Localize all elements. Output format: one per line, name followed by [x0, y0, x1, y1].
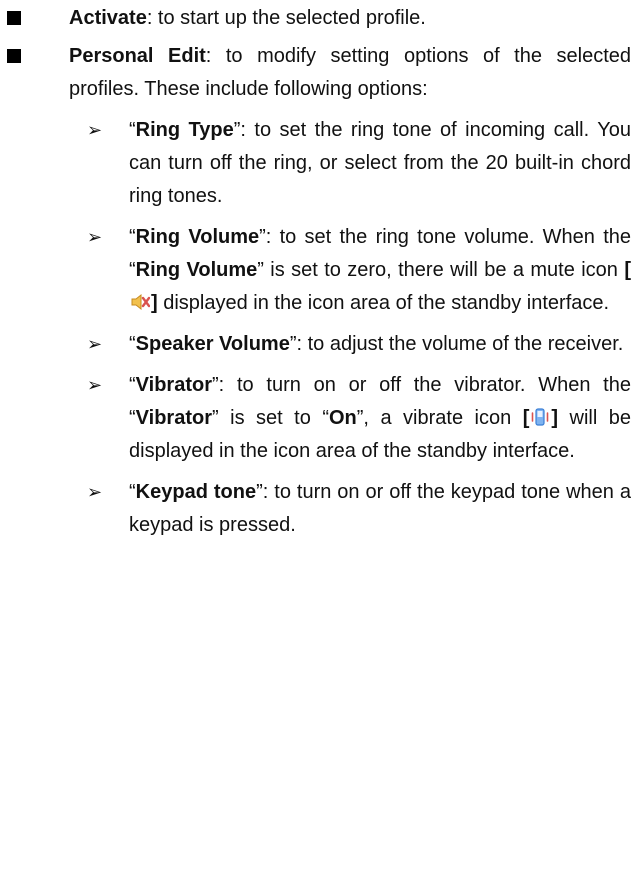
- open-quote: “: [129, 374, 136, 396]
- arrow-bullet-icon: ➢: [87, 334, 103, 355]
- description-vibrator-part3: ”, a vibrate icon: [356, 407, 523, 429]
- square-bullet-icon: [7, 49, 21, 63]
- arrow-bullet-icon: ➢: [87, 375, 103, 396]
- term-vibrator-2: Vibrator: [135, 407, 212, 429]
- option-vibrator: ➢ “Vibrator”: to turn on or off the vibr…: [0, 369, 639, 468]
- open-quote: “: [129, 226, 136, 248]
- arrow-bullet-icon: ➢: [87, 227, 103, 248]
- option-speaker-volume: ➢ “Speaker Volume”: to adjust the volume…: [0, 328, 639, 361]
- vibrate-phone-icon: [532, 408, 549, 426]
- personal-edit-options: ➢ “Ring Type”: to set the ring tone of i…: [0, 114, 639, 542]
- arrow-bullet-icon: ➢: [87, 120, 103, 141]
- bracket-open: [: [624, 259, 631, 281]
- list-item-personal-edit: Personal Edit: to modify setting options…: [0, 40, 639, 106]
- description-vibrator-part2: ” is set to “: [212, 407, 329, 429]
- description-activate: : to start up the selected profile.: [146, 7, 426, 29]
- option-ring-volume: ➢ “Ring Volume”: to set the ring tone vo…: [0, 221, 639, 320]
- term-activate: Activate: [69, 7, 147, 29]
- term-ring-volume-2: Ring Volume: [135, 259, 258, 281]
- term-speaker-volume: Speaker Volume: [135, 333, 290, 355]
- list-item-activate: Activate: to start up the selected profi…: [0, 2, 639, 35]
- description-ring-volume-part3: displayed in the icon area of the standb…: [157, 292, 610, 314]
- mute-speaker-icon: [131, 293, 150, 311]
- description-ring-volume-part2: ” is set to zero, there will be a mute i…: [257, 259, 625, 281]
- open-quote: “: [129, 119, 136, 141]
- term-ring-type: Ring Type: [135, 119, 234, 141]
- bracket-open: [: [522, 407, 530, 429]
- term-ring-volume: Ring Volume: [135, 226, 260, 248]
- term-personal-edit: Personal Edit: [69, 45, 206, 67]
- open-quote: “: [129, 481, 136, 503]
- square-bullet-icon: [7, 11, 21, 25]
- open-quote: “: [129, 333, 136, 355]
- arrow-bullet-icon: ➢: [87, 482, 103, 503]
- term-keypad-tone: Keypad tone: [135, 481, 257, 503]
- option-ring-type: ➢ “Ring Type”: to set the ring tone of i…: [0, 114, 639, 213]
- description-speaker-volume: ”: to adjust the volume of the receiver.: [289, 333, 624, 355]
- option-keypad-tone: ➢ “Keypad tone”: to turn on or off the k…: [0, 476, 639, 542]
- term-on: On: [328, 407, 357, 429]
- document-page: Activate: to start up the selected profi…: [0, 2, 639, 542]
- term-vibrator: Vibrator: [135, 374, 212, 396]
- bracket-close: ]: [151, 292, 158, 314]
